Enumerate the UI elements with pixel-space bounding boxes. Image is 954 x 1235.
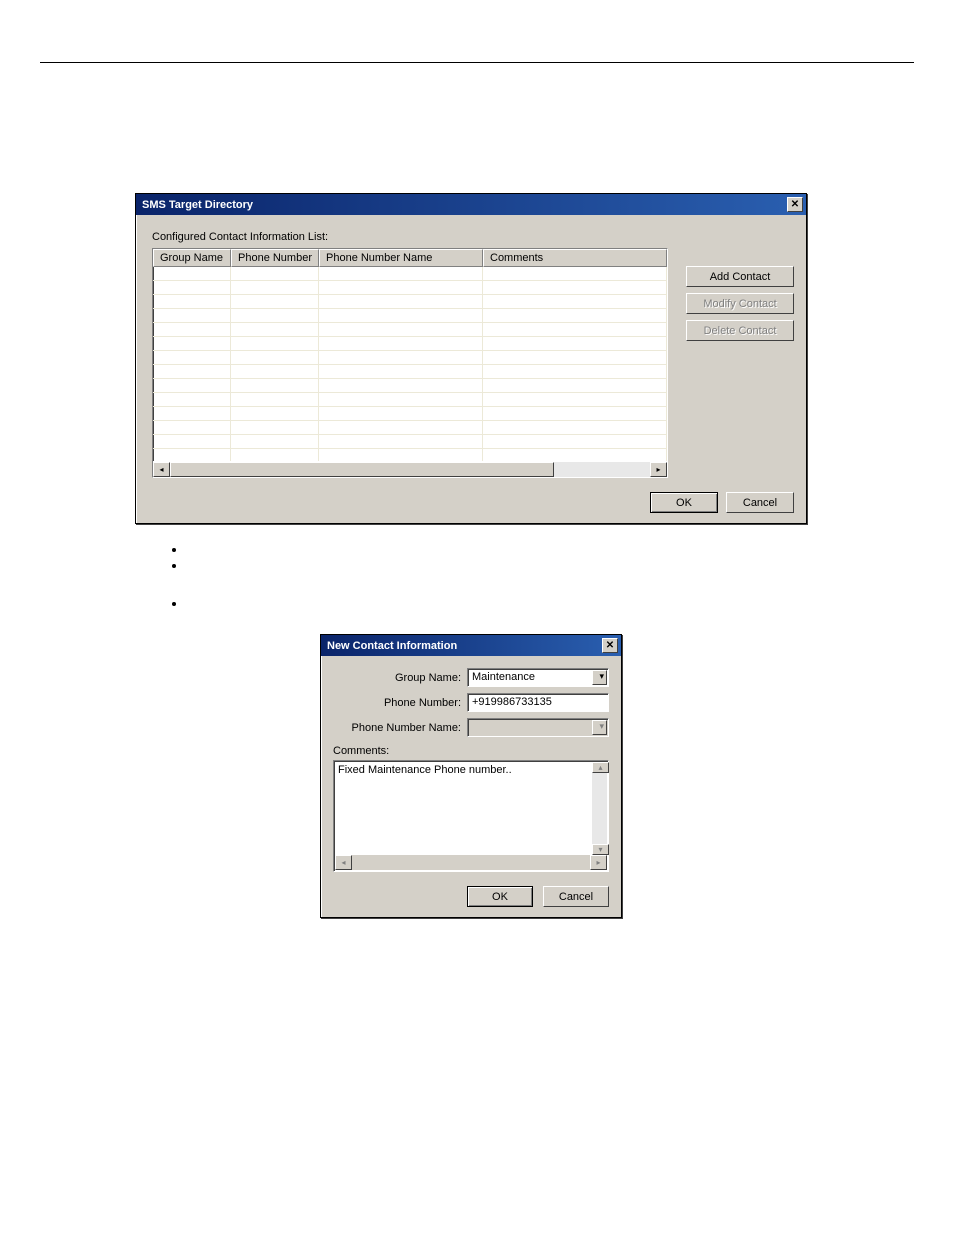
list-item xyxy=(186,558,914,572)
phone-number-label: Phone Number: xyxy=(333,697,467,709)
group-name-label: Group Name: xyxy=(333,672,467,684)
vertical-scrollbar[interactable]: ▴ ▾ xyxy=(592,762,607,855)
contact-list-grid[interactable]: Group Name Phone Number Phone Number Nam… xyxy=(152,248,668,478)
bullet-list xyxy=(146,542,914,610)
comments-label: Comments: xyxy=(333,745,609,757)
horizontal-scrollbar[interactable]: ◂ ▸ xyxy=(335,855,607,870)
close-icon[interactable]: ✕ xyxy=(602,638,618,653)
horizontal-scrollbar[interactable]: ◂ ▸ xyxy=(153,461,667,477)
scroll-down-icon[interactable]: ▾ xyxy=(592,844,609,855)
list-item xyxy=(186,596,914,610)
page-header-rule xyxy=(40,62,914,63)
group-name-combo[interactable]: Maintenance xyxy=(467,668,609,687)
comments-text: Fixed Maintenance Phone number.. xyxy=(338,764,512,776)
ok-button[interactable]: OK xyxy=(467,886,533,907)
window-titlebar: SMS Target Directory ✕ xyxy=(136,194,806,215)
phone-number-input[interactable]: +919986733135 xyxy=(467,693,609,712)
scroll-left-icon[interactable]: ◂ xyxy=(335,855,352,870)
grid-body xyxy=(153,267,667,461)
cancel-button[interactable]: Cancel xyxy=(726,492,794,513)
col-group-name[interactable]: Group Name xyxy=(153,249,231,267)
scroll-up-icon[interactable]: ▴ xyxy=(592,762,609,773)
cancel-button[interactable]: Cancel xyxy=(543,886,609,907)
window-title: SMS Target Directory xyxy=(142,199,253,211)
phone-number-name-combo xyxy=(467,718,609,737)
delete-contact-button: Delete Contact xyxy=(686,320,794,341)
grid-header: Group Name Phone Number Phone Number Nam… xyxy=(153,249,667,267)
ok-button[interactable]: OK xyxy=(650,492,718,513)
comments-textarea[interactable]: Fixed Maintenance Phone number.. ▴ ▾ ◂ ▸ xyxy=(333,760,609,872)
sms-target-directory-window: SMS Target Directory ✕ Configured Contac… xyxy=(135,193,807,524)
window-titlebar: New Contact Information ✕ xyxy=(321,635,621,656)
modify-contact-button: Modify Contact xyxy=(686,293,794,314)
phone-number-name-label: Phone Number Name: xyxy=(333,722,467,734)
add-contact-button[interactable]: Add Contact xyxy=(686,266,794,287)
new-contact-information-window: New Contact Information ✕ Group Name: Ma… xyxy=(320,634,622,918)
contact-list-label: Configured Contact Information List: xyxy=(152,231,794,243)
scrollbar-thumb[interactable] xyxy=(170,462,554,477)
col-comments[interactable]: Comments xyxy=(483,249,667,267)
scroll-right-icon[interactable]: ▸ xyxy=(590,855,607,870)
list-item xyxy=(186,542,914,556)
scroll-left-icon[interactable]: ◂ xyxy=(153,462,170,477)
col-phone-number-name[interactable]: Phone Number Name xyxy=(319,249,483,267)
close-icon[interactable]: ✕ xyxy=(787,197,803,212)
scroll-right-icon[interactable]: ▸ xyxy=(650,462,667,477)
col-phone-number[interactable]: Phone Number xyxy=(231,249,319,267)
window-title: New Contact Information xyxy=(327,640,457,652)
